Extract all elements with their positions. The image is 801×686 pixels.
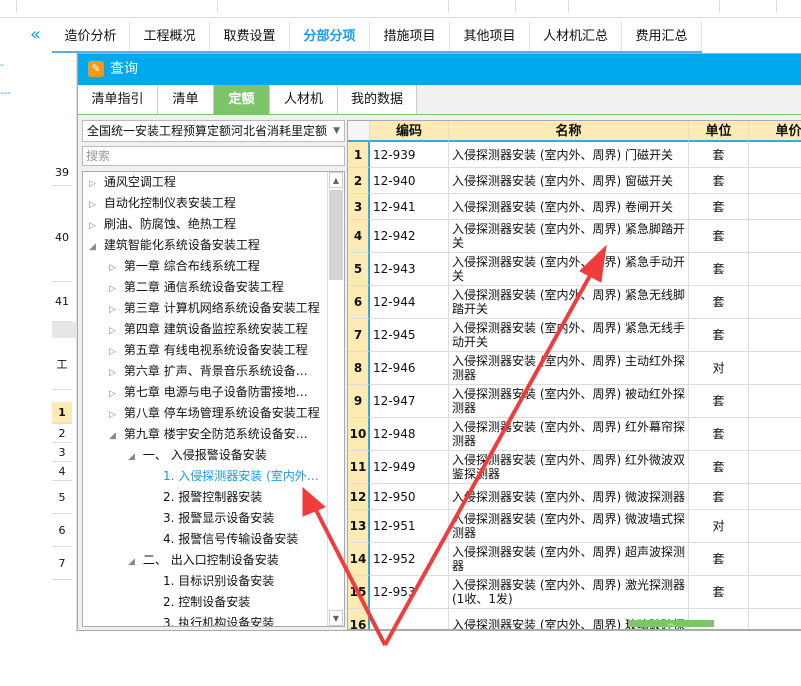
annotation-arrows bbox=[302, 244, 607, 646]
arrow-head-icon bbox=[579, 244, 607, 283]
arrow-to-tree bbox=[314, 509, 387, 646]
arrow-to-table bbox=[383, 271, 594, 646]
arrow-head-icon bbox=[302, 486, 326, 517]
